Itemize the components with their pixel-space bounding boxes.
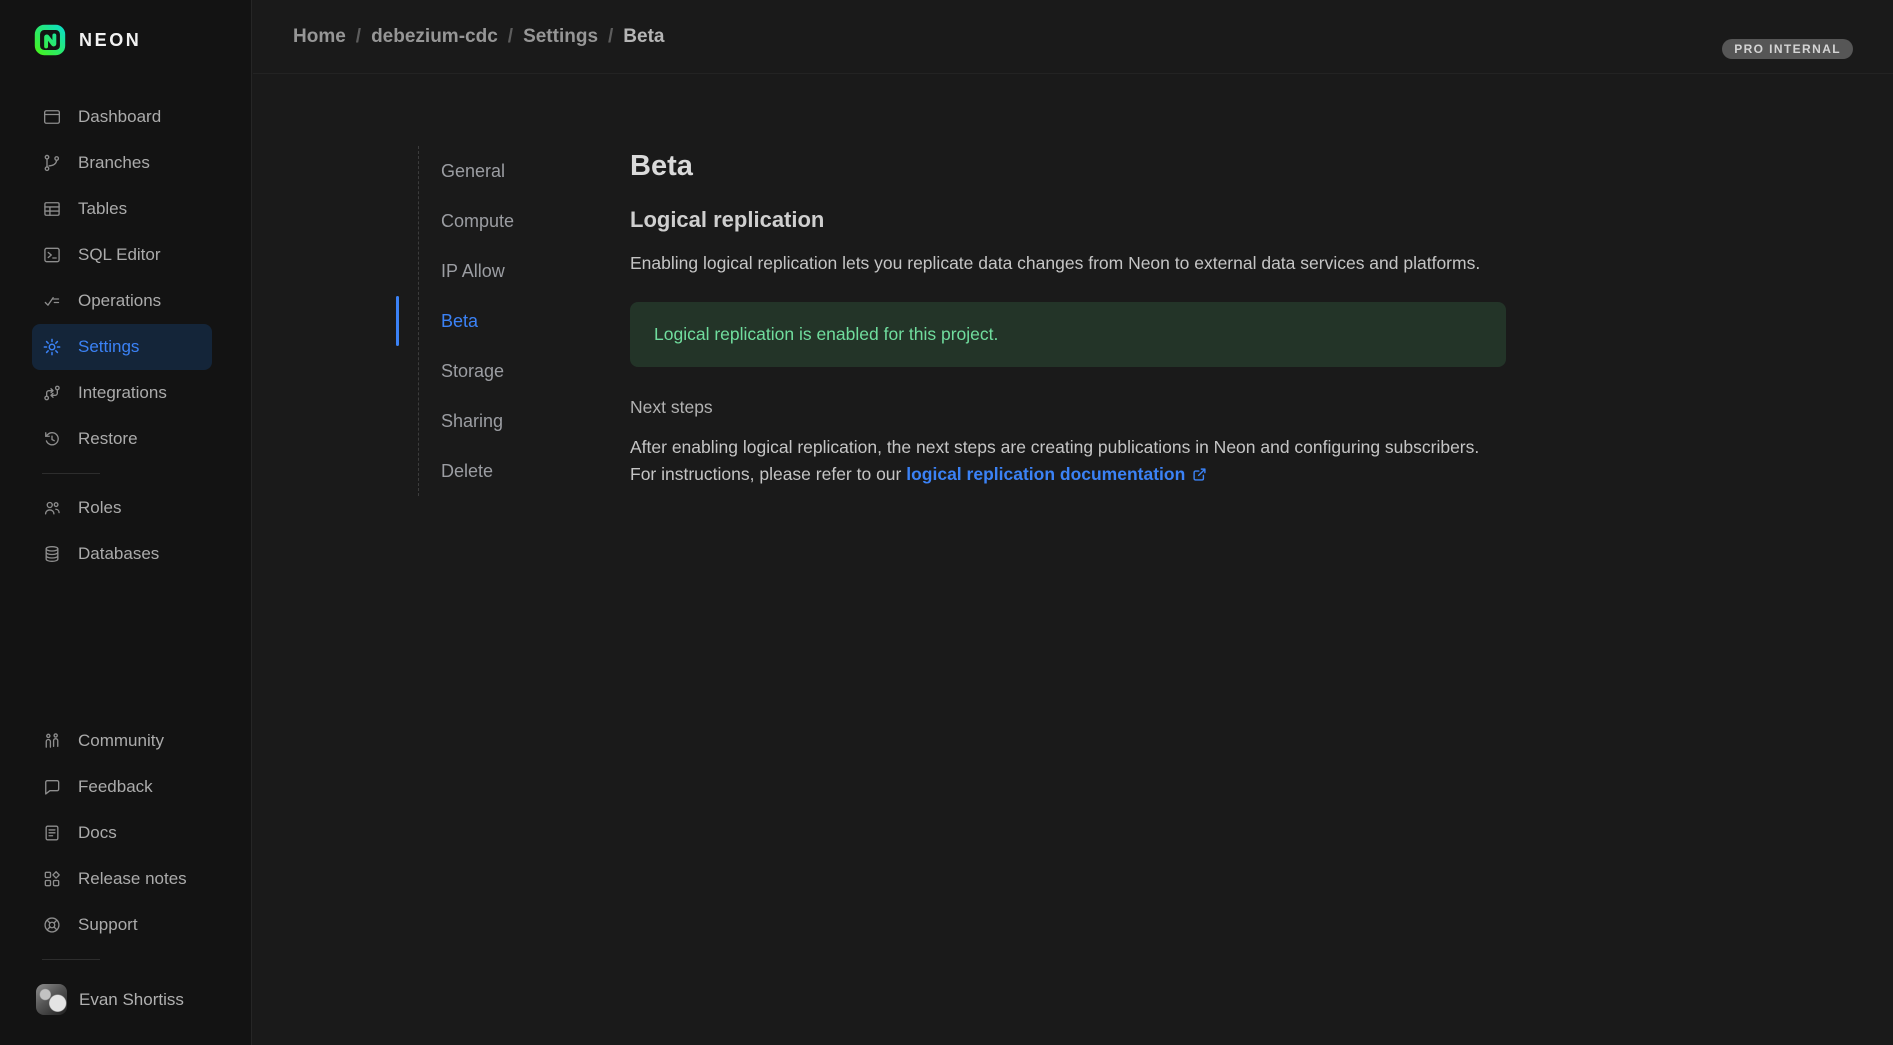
sidebar-item-label: Branches: [78, 153, 150, 173]
user-menu[interactable]: Evan Shortiss: [36, 984, 184, 1015]
top-header: Home / debezium-cdc / Settings / Beta: [253, 0, 1893, 74]
sidebar-item-databases[interactable]: Databases: [32, 531, 212, 577]
sidebar-item-label: Support: [78, 915, 138, 935]
sidebar-item-integrations[interactable]: Integrations: [32, 370, 212, 416]
sidebar-footer-nav: Community Feedback Docs Release notes Su…: [32, 718, 212, 971]
settings-nav: General Compute IP Allow Beta Storage Sh…: [418, 146, 588, 496]
sidebar-item-label: Operations: [78, 291, 161, 311]
sidebar-item-label: Roles: [78, 498, 121, 518]
sidebar-item-roles[interactable]: Roles: [32, 485, 212, 531]
sidebar-item-restore[interactable]: Restore: [32, 416, 212, 462]
brand-wordmark: NEON: [79, 30, 141, 51]
docs-icon: [42, 823, 62, 843]
restore-icon: [42, 429, 62, 449]
success-alert: Logical replication is enabled for this …: [630, 302, 1506, 367]
brand-logo[interactable]: NEON: [34, 24, 141, 56]
settings-tab-delete[interactable]: Delete: [419, 446, 588, 496]
gear-icon: [42, 337, 62, 357]
sidebar-item-label: Restore: [78, 429, 138, 449]
sidebar-item-operations[interactable]: Operations: [32, 278, 212, 324]
integrations-icon: [42, 383, 62, 403]
sidebar-item-label: Community: [78, 731, 164, 751]
neon-logo-icon: [34, 24, 66, 56]
breadcrumb-home[interactable]: Home: [293, 26, 346, 48]
user-avatar: [36, 984, 67, 1015]
settings-tab-general[interactable]: General: [419, 146, 588, 196]
sidebar-item-label: SQL Editor: [78, 245, 161, 265]
description-text: Enabling logical replication lets you re…: [630, 250, 1506, 276]
settings-tab-storage[interactable]: Storage: [419, 346, 588, 396]
sidebar-item-feedback[interactable]: Feedback: [32, 764, 212, 810]
release-notes-icon: [42, 869, 62, 889]
sidebar-main-nav: Dashboard Branches Tables SQL Editor Ope…: [32, 94, 212, 577]
sidebar-item-release-notes[interactable]: Release notes: [32, 856, 212, 902]
sidebar-item-label: Docs: [78, 823, 117, 843]
feedback-icon: [42, 777, 62, 797]
sidebar-item-settings[interactable]: Settings: [32, 324, 212, 370]
sidebar-item-community[interactable]: Community: [32, 718, 212, 764]
breadcrumb-separator: /: [608, 26, 613, 48]
breadcrumb-project[interactable]: debezium-cdc: [371, 26, 498, 48]
settings-tab-ip-allow[interactable]: IP Allow: [419, 246, 588, 296]
sidebar-item-branches[interactable]: Branches: [32, 140, 212, 186]
next-steps-paragraph: After enabling logical replication, the …: [630, 434, 1506, 487]
tables-icon: [42, 199, 62, 219]
plan-badge: PRO INTERNAL: [1722, 39, 1853, 59]
roles-icon: [42, 498, 62, 518]
sidebar-item-label: Release notes: [78, 869, 187, 889]
sidebar-item-support[interactable]: Support: [32, 902, 212, 948]
main-content: Beta Logical replication Enabling logica…: [630, 146, 1506, 487]
settings-tab-compute[interactable]: Compute: [419, 196, 588, 246]
sidebar-item-tables[interactable]: Tables: [32, 186, 212, 232]
sidebar-item-label: Integrations: [78, 383, 167, 403]
sidebar-item-label: Dashboard: [78, 107, 161, 127]
logical-replication-doc-link[interactable]: logical replication documentation: [906, 464, 1208, 484]
sidebar-item-label: Tables: [78, 199, 127, 219]
sidebar-item-docs[interactable]: Docs: [32, 810, 212, 856]
section-title: Logical replication: [630, 207, 1506, 233]
settings-tab-beta[interactable]: Beta: [419, 296, 588, 346]
sidebar-item-dashboard[interactable]: Dashboard: [32, 94, 212, 140]
sidebar-divider: [42, 959, 100, 960]
settings-tab-sharing[interactable]: Sharing: [419, 396, 588, 446]
dashboard-icon: [42, 107, 62, 127]
sidebar-item-label: Feedback: [78, 777, 153, 797]
next-steps-label: Next steps: [630, 397, 1506, 418]
sidebar: NEON Dashboard Branches Tables SQL Edito…: [0, 0, 252, 1045]
success-alert-message: Logical replication is enabled for this …: [654, 324, 998, 344]
breadcrumb-settings[interactable]: Settings: [523, 26, 598, 48]
sql-editor-icon: [42, 245, 62, 265]
breadcrumb-current: Beta: [623, 26, 664, 48]
community-icon: [42, 731, 62, 751]
operations-icon: [42, 291, 62, 311]
external-link-icon: [1191, 466, 1208, 483]
sidebar-item-label: Databases: [78, 544, 159, 564]
breadcrumb-separator: /: [356, 26, 361, 48]
sidebar-divider: [42, 473, 100, 474]
user-name: Evan Shortiss: [79, 990, 184, 1010]
support-icon: [42, 915, 62, 935]
database-icon: [42, 544, 62, 564]
sidebar-item-label: Settings: [78, 337, 139, 357]
page-title: Beta: [630, 150, 1506, 183]
sidebar-item-sql-editor[interactable]: SQL Editor: [32, 232, 212, 278]
breadcrumb-separator: /: [508, 26, 513, 48]
breadcrumb: Home / debezium-cdc / Settings / Beta: [293, 26, 664, 48]
branches-icon: [42, 153, 62, 173]
doc-link-label: logical replication documentation: [906, 464, 1185, 484]
